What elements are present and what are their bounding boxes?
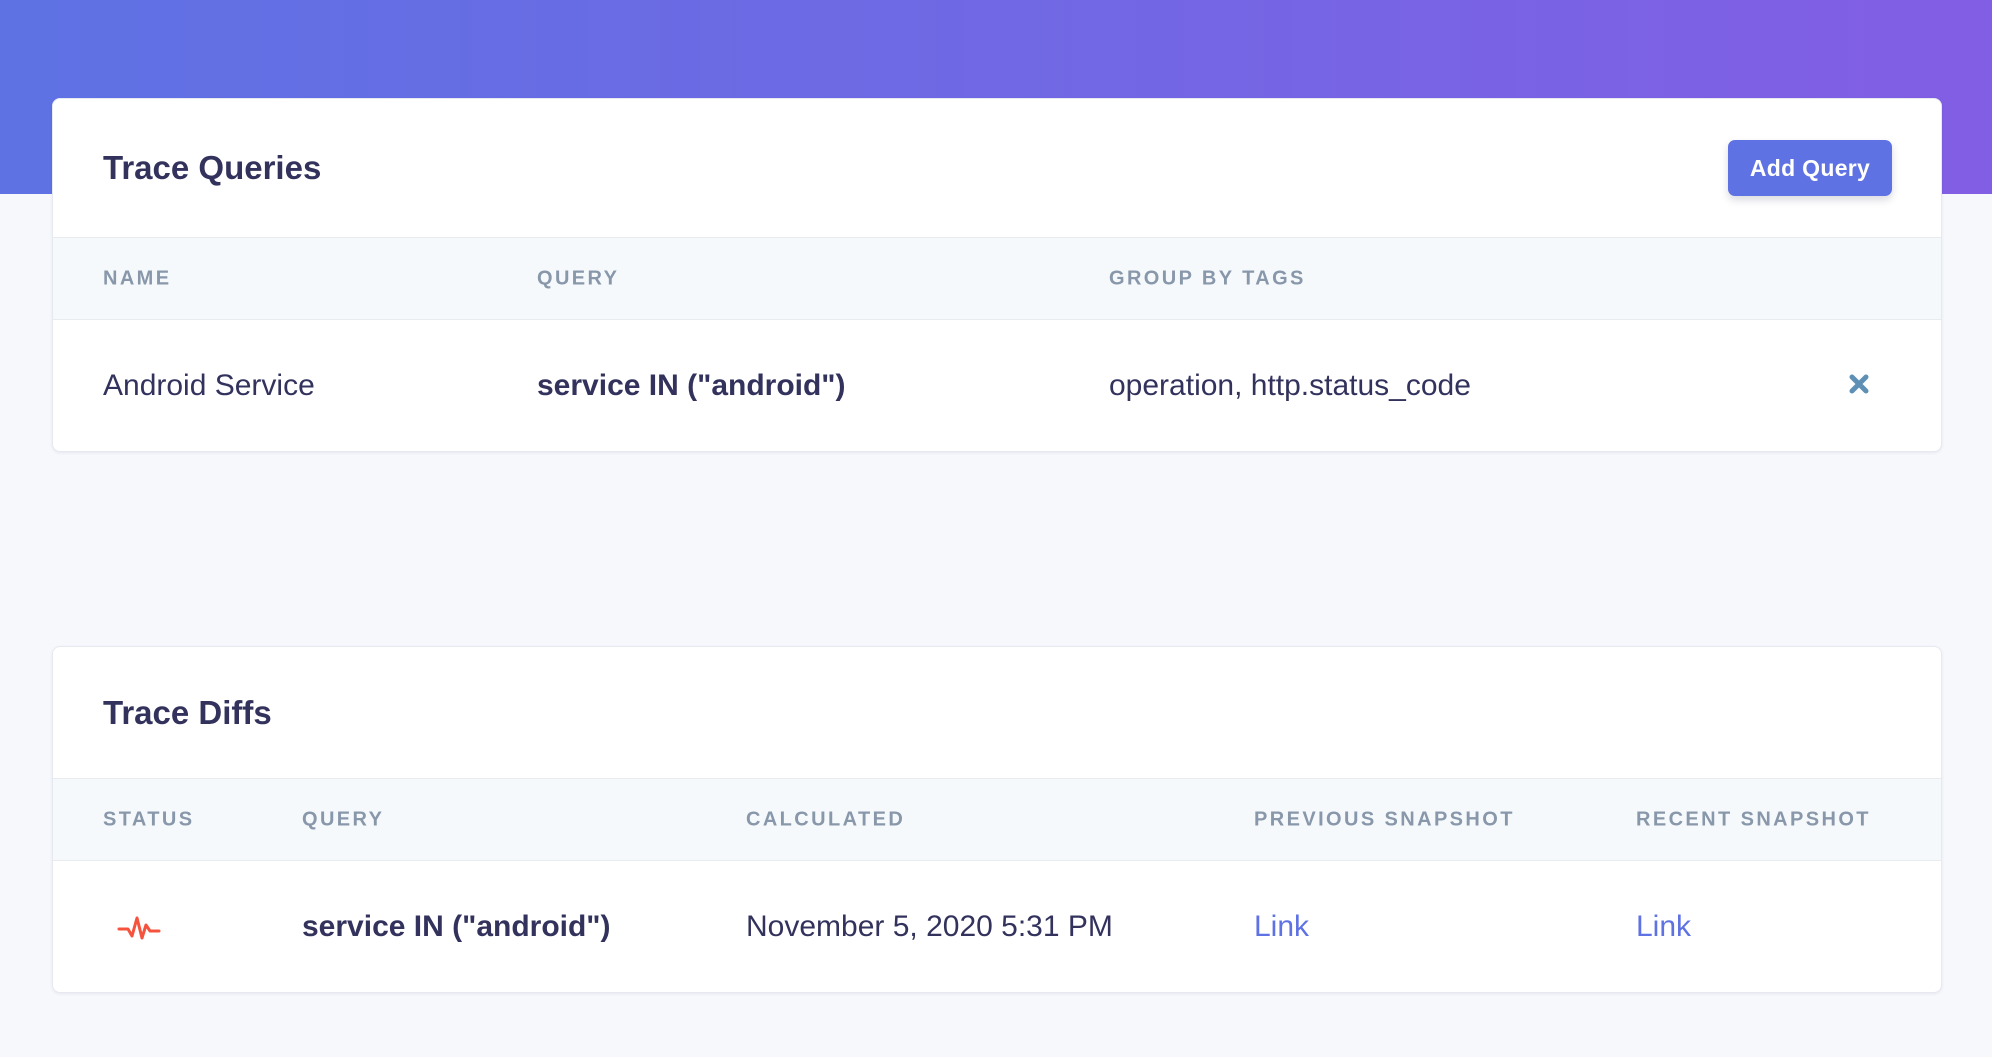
query-name: Android Service xyxy=(103,369,315,402)
trace-diffs-title: Trace Diffs xyxy=(103,693,272,731)
previous-snapshot-link[interactable]: Link xyxy=(1254,910,1309,944)
column-header-group-by-tags: GROUP BY TAGS xyxy=(1109,267,1306,289)
column-header-query: QUERY xyxy=(537,267,620,289)
trace-queries-title: Trace Queries xyxy=(103,149,322,186)
query-expression: service IN ("android") xyxy=(537,369,846,402)
recent-snapshot-link[interactable]: Link xyxy=(1636,910,1691,944)
trace-diffs-header: Trace Diffs xyxy=(53,647,1941,779)
pulse-icon xyxy=(117,916,161,940)
calculated-timestamp: November 5, 2020 5:31 PM xyxy=(746,910,1113,943)
close-icon xyxy=(1849,374,1869,394)
delete-query-button[interactable] xyxy=(1843,368,1875,400)
add-query-button[interactable]: Add Query xyxy=(1728,140,1892,196)
column-header-previous-snapshot: PREVIOUS SNAPSHOT xyxy=(1254,808,1515,830)
trace-queries-card: Trace Queries Add Query NAME QUERY GROUP… xyxy=(52,98,1942,452)
column-header-calculated: CALCULATED xyxy=(746,808,906,830)
table-row: Android Service service IN ("android") o… xyxy=(53,320,1941,451)
trace-queries-table-header: NAME QUERY GROUP BY TAGS xyxy=(53,238,1941,320)
column-header-name: NAME xyxy=(103,267,172,289)
table-row: service IN ("android") November 5, 2020 … xyxy=(53,861,1941,992)
diff-query-expression: service IN ("android") xyxy=(302,910,611,943)
column-header-status: STATUS xyxy=(103,808,195,830)
group-by-tags: operation, http.status_code xyxy=(1109,369,1471,402)
trace-diffs-table-header: STATUS QUERY CALCULATED PREVIOUS SNAPSHO… xyxy=(53,779,1941,861)
column-header-query: QUERY xyxy=(302,808,385,830)
trace-diffs-card: Trace Diffs STATUS QUERY CALCULATED PREV… xyxy=(52,646,1942,993)
column-header-recent-snapshot: RECENT SNAPSHOT xyxy=(1636,808,1871,830)
trace-queries-header: Trace Queries Add Query xyxy=(53,99,1941,238)
